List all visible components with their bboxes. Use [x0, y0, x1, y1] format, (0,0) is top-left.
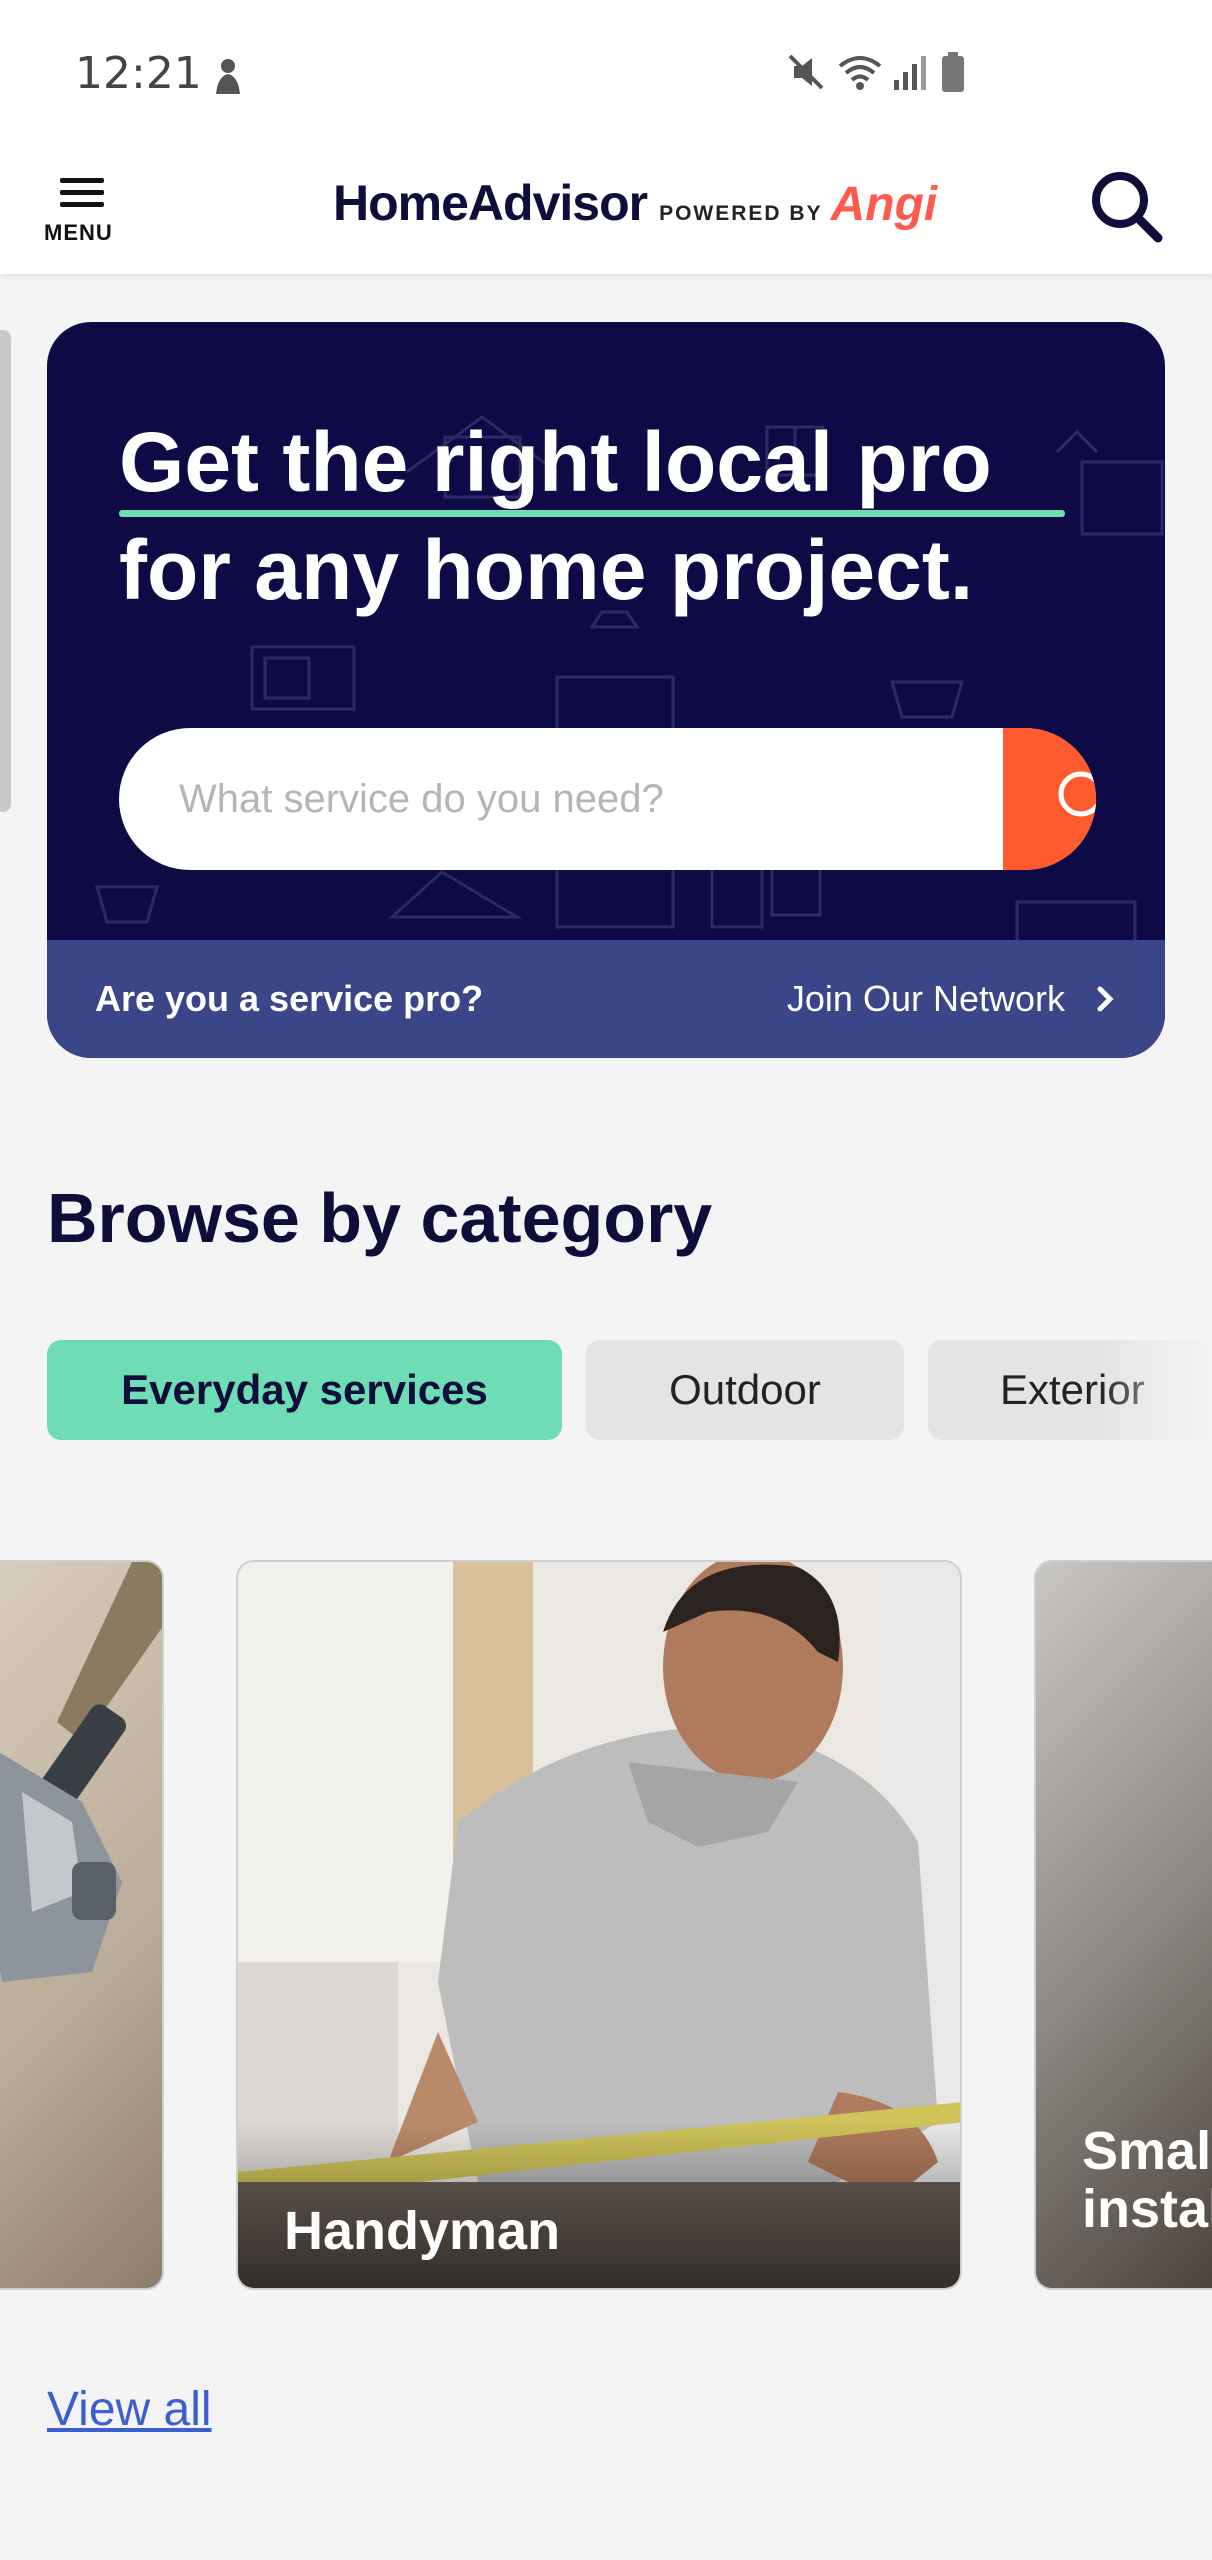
card-label-small-installs: Small instal	[1082, 2121, 1212, 2239]
hero-headline-line2: for any home project.	[119, 523, 974, 617]
status-time: 12:21	[75, 48, 202, 99]
logo-brand: Angi	[830, 178, 938, 231]
vacuum-photo	[0, 1562, 162, 1982]
menu-button[interactable]: MENU	[44, 168, 130, 258]
status-bar: 12:21	[0, 0, 1212, 150]
wifi-icon	[838, 56, 882, 90]
handyman-photo	[238, 1562, 960, 2288]
chevron-right-icon	[1097, 986, 1114, 1012]
service-pro-bar[interactable]: Are you a service pro? Join Our Network	[47, 940, 1165, 1058]
search-icon[interactable]	[1086, 162, 1166, 252]
previous-panel-edge	[0, 330, 11, 812]
search-icon	[1058, 771, 1096, 817]
card-label-handyman: Handyman	[284, 2201, 561, 2261]
service-search-input[interactable]	[119, 728, 929, 870]
app-header: MENU HomeAdvisor POWERED BY Angi	[0, 150, 1212, 274]
search-submit-button[interactable]	[1003, 728, 1096, 870]
view-all-link[interactable]: View all	[47, 2382, 212, 2437]
notification-icon	[216, 59, 240, 94]
battery-icon	[942, 52, 964, 92]
join-network-link[interactable]: Join Our Network	[787, 978, 1065, 1020]
logo-main: HomeAdvisor	[333, 175, 648, 231]
hamburger-icon	[60, 178, 104, 183]
chips-scroll-fade	[1100, 1330, 1212, 1450]
signal-icon	[894, 56, 926, 90]
homeadvisor-logo[interactable]: HomeAdvisor POWERED BY Angi	[333, 174, 937, 234]
chip-everyday-services[interactable]: Everyday services	[47, 1340, 562, 1440]
chip-outdoor[interactable]: Outdoor	[586, 1340, 904, 1440]
service-search-bar	[119, 728, 1096, 870]
browse-category-title: Browse by category	[47, 1179, 713, 1257]
category-card-handyman[interactable]: Handyman	[236, 1560, 962, 2290]
headline-underline	[119, 510, 1065, 517]
logo-powered-by: POWERED BY	[659, 202, 823, 225]
category-card-small-installs[interactable]: Small instal	[1034, 1560, 1212, 2290]
mute-icon	[788, 54, 824, 90]
service-pro-question: Are you a service pro?	[95, 978, 484, 1019]
hero-headline-line1: Get the right local pro	[119, 415, 992, 509]
menu-label: MENU	[44, 220, 113, 245]
category-card-cleaning[interactable]	[0, 1560, 164, 2290]
hero-banner: Get the right local pro for any home pro…	[47, 322, 1165, 1058]
